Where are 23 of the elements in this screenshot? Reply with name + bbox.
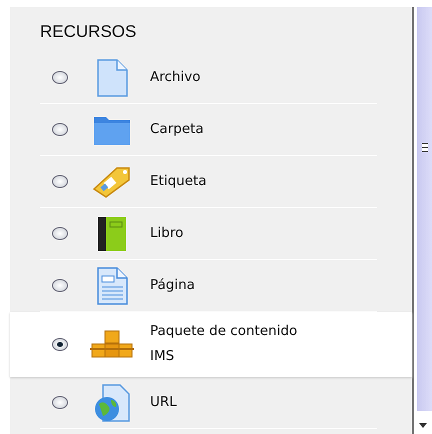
tag-icon bbox=[91, 164, 133, 198]
radio-button[interactable] bbox=[52, 338, 68, 350]
resource-option[interactable]: Carpeta bbox=[40, 104, 377, 156]
radio-button[interactable] bbox=[52, 71, 68, 84]
boxes-icon bbox=[90, 329, 134, 359]
web-page-icon bbox=[93, 384, 131, 422]
radio-button[interactable] bbox=[52, 279, 68, 292]
radio-button[interactable] bbox=[52, 123, 68, 136]
grip-icon bbox=[422, 143, 428, 152]
section-title: RECURSOS bbox=[39, 21, 138, 43]
scroll-down-icon[interactable] bbox=[419, 423, 427, 428]
resource-option[interactable]: Libro bbox=[40, 208, 377, 260]
radio-button[interactable] bbox=[52, 396, 68, 409]
resource-option[interactable]: Archivo bbox=[40, 52, 377, 104]
resource-option[interactable]: URL bbox=[40, 377, 377, 429]
resource-option[interactable]: Etiqueta bbox=[40, 156, 377, 208]
radio-button[interactable] bbox=[52, 227, 68, 240]
scroll-thumb[interactable] bbox=[417, 7, 432, 411]
book-icon bbox=[97, 216, 127, 252]
radio-button[interactable] bbox=[52, 175, 68, 188]
document-icon bbox=[95, 58, 129, 96]
page-icon bbox=[95, 266, 129, 304]
resource-option[interactable]: Paquete de contenido IMS bbox=[10, 312, 412, 377]
